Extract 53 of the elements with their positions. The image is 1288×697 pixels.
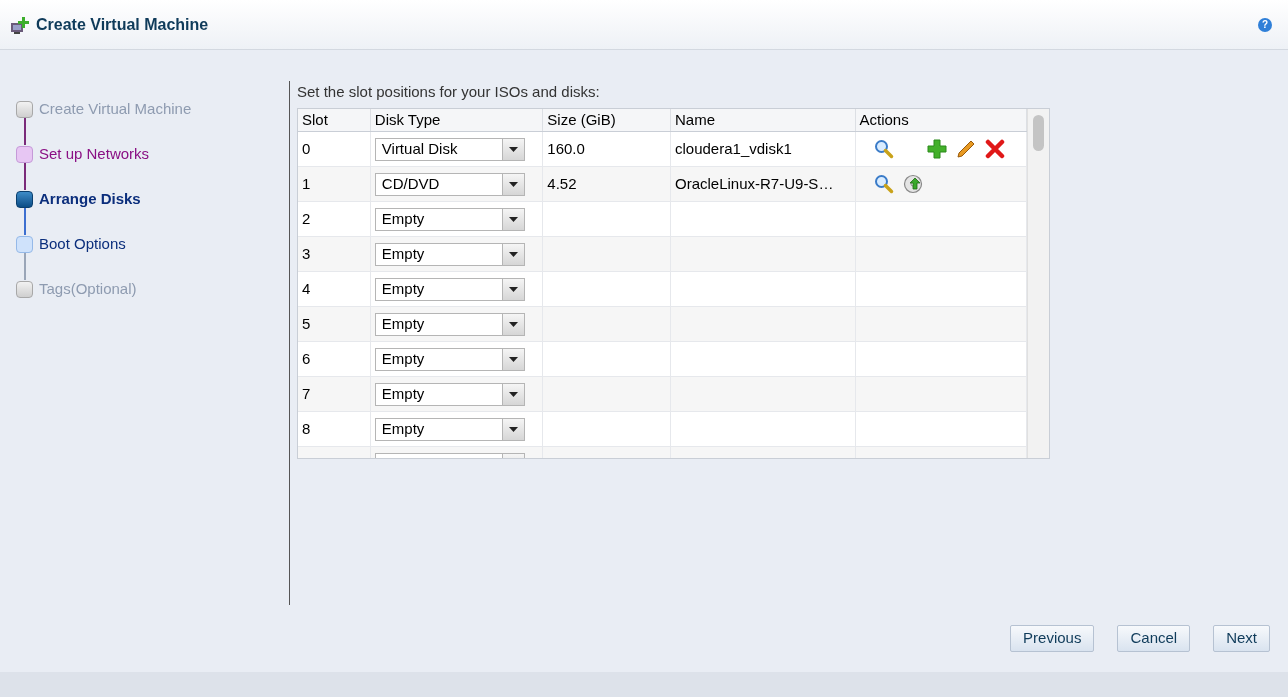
edit-icon[interactable] [955,139,976,159]
caret-icon [508,251,518,257]
disk-name: OracleLinux-R7-U9-S… [675,173,834,194]
column-header: Name [675,109,715,130]
wizard-button[interactable]: Previous [1010,625,1095,652]
step-link[interactable]: Boot Options [39,232,126,256]
caret-icon [508,391,518,397]
caret-icon [508,286,518,292]
disk-size: 160.0 [547,138,585,159]
disc-upload-icon[interactable] [902,174,923,194]
help-button[interactable]: ? [1258,17,1272,32]
slot-number: 0 [302,138,311,159]
disk-type-dropdown[interactable]: Empty [374,417,525,441]
window-title: Create Virtual Machine [36,14,209,35]
search-icon[interactable] [873,174,894,194]
column-header: Size (GiB) [547,109,616,130]
slot-number: 1 [302,173,311,194]
disk-type-dropdown[interactable]: Virtual Disk [374,137,525,161]
disk-type-dropdown[interactable]: CD/DVD [374,172,525,196]
instruction-text: Set the slot positions for your ISOs and disks: [297,83,601,102]
wizard-button[interactable]: Cancel [1117,625,1191,652]
column-header: Slot [302,109,328,130]
slot-number: 6 [302,348,311,369]
disk-type-dropdown[interactable]: Empty [374,347,525,371]
caret-icon [508,181,518,187]
slot-number: 4 [302,278,311,299]
step-link[interactable]: Set up Networks [39,142,150,166]
slot-number: 3 [302,243,311,264]
caret-icon [508,216,518,222]
slot-number: 8 [302,418,311,439]
slot-number: 7 [302,383,311,404]
disk-type-dropdown[interactable]: Empty [374,242,525,266]
disk-type-dropdown[interactable]: Empty [374,207,525,231]
caret-icon [508,426,518,432]
slot-number: 5 [302,313,311,334]
disk-type-dropdown[interactable]: Empty [374,312,525,336]
column-header: Disk Type [374,109,441,130]
disk-type-dropdown[interactable]: Empty [374,382,525,406]
caret-icon [508,356,518,362]
step-link[interactable]: Arrange Disks [39,187,141,211]
computer-add-icon [10,14,30,35]
disk-type-dropdown[interactable]: Empty [374,277,525,301]
disk-name: cloudera1_vdisk1 [675,138,792,159]
delete-icon[interactable] [984,139,1005,159]
column-header: Actions [859,109,909,130]
caret-icon [508,321,518,327]
slot-number: 2 [302,208,311,229]
search-icon[interactable] [873,139,894,159]
caret-icon [508,146,518,152]
add-icon[interactable] [926,139,947,159]
scrollbar-thumb[interactable] [1033,115,1045,151]
wizard-button[interactable]: Next [1213,625,1270,652]
disk-size: 4.52 [547,173,577,194]
